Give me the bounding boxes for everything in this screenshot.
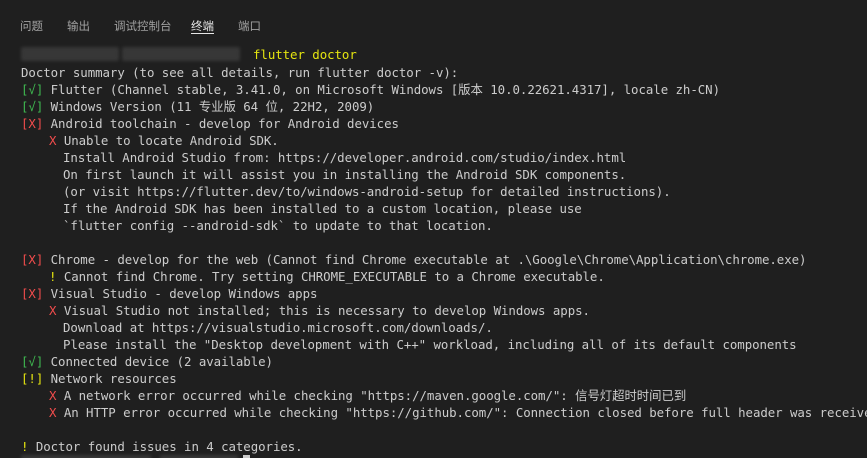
vs-detail-3: Please install the "Desktop development … (63, 337, 797, 352)
check-vs-text: Visual Studio - develop Windows apps (43, 286, 318, 301)
android-detail-3: On first launch it will assist you in in… (63, 167, 627, 182)
check-error-mark: [X] (21, 116, 44, 131)
check-error-mark: [X] (21, 286, 44, 301)
network-detail-1: X A network error occurred while checkin… (49, 387, 686, 404)
check-network-resources: [!] Network resources (21, 370, 177, 387)
android-detail-2: Install Android Studio from: https://dev… (63, 150, 627, 165)
chrome-detail-1: ! Cannot find Chrome. Try setting CHROME… (49, 268, 605, 285)
doctor-found-text: Doctor found issues in 4 categories. (28, 439, 303, 454)
terminal-command: flutter doctor (253, 47, 357, 62)
prompt-path-blurred-2 (122, 47, 240, 61)
check-connected-device: [√] Connected device (2 available) (21, 353, 273, 370)
check-ok-mark: [√] (21, 82, 44, 97)
check-windows-version-text: Windows Version (11 专业版 64 位, 22H2, 2009… (43, 99, 375, 114)
android-detail-1-text: Unable to locate Android SDK. (56, 133, 279, 148)
network-detail-1-text: A network error occurred while checking … (56, 388, 687, 403)
check-android-toolchain: [X] Android toolchain - develop for Andr… (21, 115, 399, 132)
prompt-path-blurred (21, 47, 119, 61)
check-chrome: [X] Chrome - develop for the web (Cannot… (21, 251, 807, 268)
tab-debug-console[interactable]: 调试控制台 (114, 0, 172, 40)
check-error-mark: [X] (21, 252, 44, 267)
vs-detail-1: X Visual Studio not installed; this is n… (49, 302, 590, 319)
chrome-detail-1-text: Cannot find Chrome. Try setting CHROME_E… (56, 269, 605, 284)
vs-detail-2: Download at https://visualstudio.microso… (63, 320, 493, 335)
tab-ports[interactable]: 端口 (238, 0, 261, 40)
check-windows-version: [√] Windows Version (11 专业版 64 位, 22H2, … (21, 98, 374, 115)
panel-tab-bar: 问题 输出 调试控制台 终端 端口 (0, 0, 867, 40)
check-visual-studio: [X] Visual Studio - develop Windows apps (21, 285, 317, 302)
check-device-text: Connected device (2 available) (43, 354, 273, 369)
check-network-text: Network resources (43, 371, 177, 386)
android-detail-5: If the Android SDK has been installed to… (63, 201, 582, 216)
check-warning-mark: [!] (21, 371, 44, 386)
vs-detail-1-text: Visual Studio not installed; this is nec… (56, 303, 590, 318)
tab-output[interactable]: 输出 (67, 0, 90, 40)
android-detail-4: (or visit https://flutter.dev/to/windows… (63, 184, 671, 199)
terminal-output[interactable]: flutter doctor Doctor summary (to see al… (0, 40, 867, 458)
check-ok-mark: [√] (21, 99, 44, 114)
tab-terminal[interactable]: 终端 (191, 0, 214, 40)
check-flutter: [√] Flutter (Channel stable, 3.41.0, on … (21, 81, 720, 98)
network-detail-2-text: An HTTP error occurred while checking "h… (56, 405, 867, 420)
check-android-text: Android toolchain - develop for Android … (43, 116, 399, 131)
network-detail-2: X An HTTP error occurred while checking … (49, 404, 867, 421)
tab-problems[interactable]: 问题 (20, 0, 43, 40)
doctor-found-issues-line: ! Doctor found issues in 4 categories. (21, 438, 303, 455)
doctor-summary-line: Doctor summary (to see all details, run … (21, 65, 459, 80)
android-detail-1: X Unable to locate Android SDK. (49, 132, 279, 149)
check-ok-mark: [√] (21, 354, 44, 369)
android-detail-6: `flutter config --android-sdk` to update… (63, 218, 493, 233)
check-flutter-text: Flutter (Channel stable, 3.41.0, on Micr… (43, 82, 720, 97)
check-chrome-text: Chrome - develop for the web (Cannot fin… (43, 252, 807, 267)
